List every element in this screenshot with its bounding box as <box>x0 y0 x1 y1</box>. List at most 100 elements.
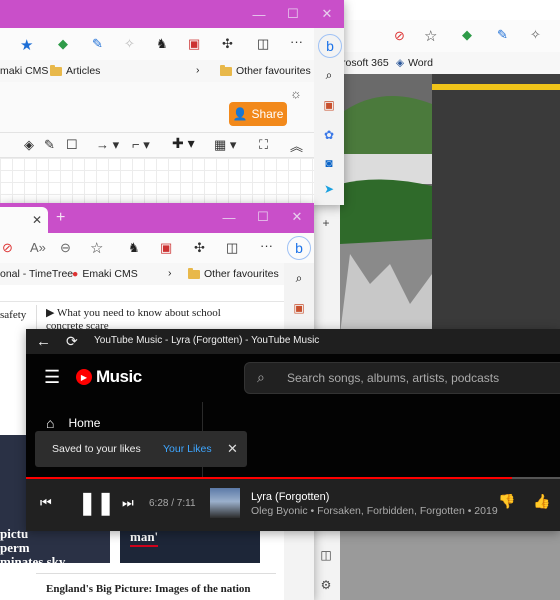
youtube-music-logo[interactable]: ▶ Music <box>76 367 142 387</box>
search-placeholder: Search songs, albums, artists, podcasts <box>287 371 500 385</box>
word-icon: ◈ <box>396 57 405 69</box>
new-tab-icon[interactable]: + <box>56 209 65 227</box>
fav-microsoft365[interactable]: rosoft 365 <box>342 57 389 69</box>
middle-window-titlebar: ✕ + — ☐ ✕ <box>0 203 314 233</box>
read-aloud-icon[interactable]: A» <box>30 240 46 255</box>
nav-item-home[interactable]: ⌂ Home <box>46 415 100 431</box>
toast-your-likes-link[interactable]: Your Likes <box>163 443 212 455</box>
back-arrow-icon[interactable]: ← <box>36 333 51 350</box>
hamburger-menu-icon[interactable]: ☰ <box>44 367 60 388</box>
zoom-icon[interactable]: ⊖ <box>60 240 71 256</box>
fav-articles-folder[interactable]: Articles <box>50 64 100 77</box>
search-icon[interactable]: ⌕ <box>290 269 308 287</box>
fav-emaki-cms[interactable]: maki CMS <box>0 65 48 77</box>
chevron-right-icon[interactable]: › <box>196 64 200 76</box>
right-window-titlebar <box>340 0 560 20</box>
split-screen-icon[interactable]: ◫ <box>257 36 269 52</box>
sidebar-toggle-icon[interactable]: ◫ <box>317 546 335 564</box>
star-icon[interactable]: ★ <box>20 36 33 54</box>
extension-icon[interactable]: ✧ <box>124 36 135 52</box>
fill-icon[interactable]: ◈ <box>24 137 34 153</box>
shield-extension-icon[interactable]: ◆ <box>462 27 472 43</box>
fav-word[interactable]: ◈ Word <box>396 57 433 69</box>
pen-extension-icon[interactable]: ✎ <box>497 27 508 43</box>
connector-icon[interactable]: → ▾ <box>96 137 119 153</box>
search-bar[interactable]: ⌕ Search songs, albums, artists, podcast… <box>244 362 560 394</box>
tab-close-icon[interactable]: ✕ <box>32 213 42 227</box>
thumbs-up-icon[interactable]: 👍 <box>533 493 550 510</box>
player-bar: ⏮ ❚❚ ⏭ 6:28 / 7:11 Lyra (Forgotten) Oleg… <box>26 477 560 531</box>
tracking-icon[interactable]: ⊘ <box>2 240 13 256</box>
thumbs-down-icon[interactable]: 👎 <box>498 493 515 510</box>
reload-icon[interactable]: ⟳ <box>66 333 78 350</box>
pen-extension-icon[interactable]: ✎ <box>92 36 103 52</box>
search-icon[interactable]: ⌕ <box>320 66 338 84</box>
chevron-right-icon[interactable]: › <box>168 267 172 279</box>
favorite-star-icon[interactable]: ☆ <box>424 27 437 45</box>
track-title[interactable]: Lyra (Forgotten) <box>251 491 329 503</box>
article-link-big-picture[interactable]: England's Big Picture: Images of the nat… <box>46 583 251 595</box>
copilot-icon[interactable]: b <box>318 34 342 58</box>
send-icon[interactable]: ➤ <box>320 180 338 198</box>
middle-copilot-button[interactable]: b <box>287 236 311 260</box>
track-meta[interactable]: Oleg Byonic • Forsaken, Forbidden, Forgo… <box>251 505 498 517</box>
editor-toolbar: ◈ ✎ ☐ → ▾ ⌐ ▾ ✚ ▾ ▦ ▾ ⛶ ︽ <box>0 132 314 158</box>
youtube-music-window: ← ⟳ YouTube Music - Lyra (Forgotten) - Y… <box>26 329 560 531</box>
puzzle-icon[interactable]: ✣ <box>194 240 205 256</box>
add-icon[interactable]: + <box>317 214 335 232</box>
settings-gear-icon[interactable]: ⚙ <box>317 576 335 594</box>
toolbox-icon[interactable]: ▣ <box>320 96 338 114</box>
close-button[interactable]: ✕ <box>280 203 314 231</box>
puzzle-extension-icon[interactable]: ✧ <box>530 27 541 43</box>
next-track-icon[interactable]: ⏭ <box>122 495 134 511</box>
more-icon[interactable]: ··· <box>260 238 273 253</box>
album-art[interactable] <box>210 488 240 518</box>
minimize-button[interactable]: — <box>242 0 276 28</box>
minimize-button[interactable]: — <box>212 203 246 231</box>
previous-track-icon[interactable]: ⏮ <box>40 495 52 511</box>
copilot-app-icon[interactable]: ✿ <box>320 126 338 144</box>
toolbox-icon[interactable]: ▣ <box>290 299 308 317</box>
saved-to-likes-toast: Saved to your likes Your Likes ✕ <box>35 431 247 467</box>
split-screen-icon[interactable]: ◫ <box>226 240 238 256</box>
active-tab[interactable]: ✕ <box>0 207 48 233</box>
pawn-icon[interactable]: ♞ <box>156 36 168 52</box>
progress-fill <box>26 477 512 479</box>
fullscreen-icon[interactable]: ⛶ <box>259 137 268 153</box>
pawn-icon[interactable]: ♞ <box>128 240 140 256</box>
back-window-titlebar: — ☐ ✕ <box>0 0 344 28</box>
article-link-safety[interactable]: safety <box>0 309 26 321</box>
share-button[interactable]: 👤 Share <box>229 102 287 126</box>
shield-extension-icon[interactable]: ◆ <box>58 36 68 52</box>
todoist-icon[interactable]: ▣ <box>188 36 200 52</box>
music-window-title: YouTube Music - Lyra (Forgotten) - YouTu… <box>94 335 320 346</box>
table-icon[interactable]: ▦ ▾ <box>214 137 236 153</box>
shadow-icon[interactable]: ☐ <box>66 137 78 153</box>
more-icon[interactable]: ··· <box>290 34 303 49</box>
tracking-icon[interactable]: ⊘ <box>394 28 405 44</box>
fav-other-favourites[interactable]: Other favourites <box>220 64 311 77</box>
search-icon: ⌕ <box>257 369 265 385</box>
fav-emaki-cms[interactable]: ● Emaki CMS <box>72 268 138 280</box>
sun-theme-icon[interactable]: ☼ <box>290 86 302 101</box>
progress-track[interactable] <box>26 477 560 479</box>
insert-icon[interactable]: ✚ ▾ <box>172 135 195 152</box>
pause-icon[interactable]: ❚❚ <box>78 490 115 516</box>
maximize-button[interactable]: ☐ <box>276 0 310 28</box>
close-button[interactable]: ✕ <box>310 0 344 28</box>
toast-close-icon[interactable]: ✕ <box>227 441 238 457</box>
emaki-icon: ● <box>72 268 79 280</box>
waypoint-icon[interactable]: ⌐ ▾ <box>132 137 150 153</box>
middle-window-toolbar: ⊘ A» ⊖ ☆ ♞ ▣ ✣ ◫ ··· <box>0 233 314 263</box>
maximize-button[interactable]: ☐ <box>246 203 280 231</box>
collapse-icon[interactable]: ︽ <box>290 136 303 155</box>
todoist-icon[interactable]: ▣ <box>160 240 172 256</box>
canvas-grid <box>0 158 314 205</box>
outlook-icon[interactable]: ◙ <box>320 154 338 172</box>
fav-timetree[interactable]: onal - TimeTree <box>0 268 73 280</box>
puzzle-icon[interactable]: ✣ <box>222 36 233 52</box>
page-header-strip <box>0 289 284 302</box>
line-color-icon[interactable]: ✎ <box>44 137 55 153</box>
favorite-star-icon[interactable]: ☆ <box>90 239 103 257</box>
fav-other-favourites[interactable]: Other favourites <box>188 267 279 280</box>
